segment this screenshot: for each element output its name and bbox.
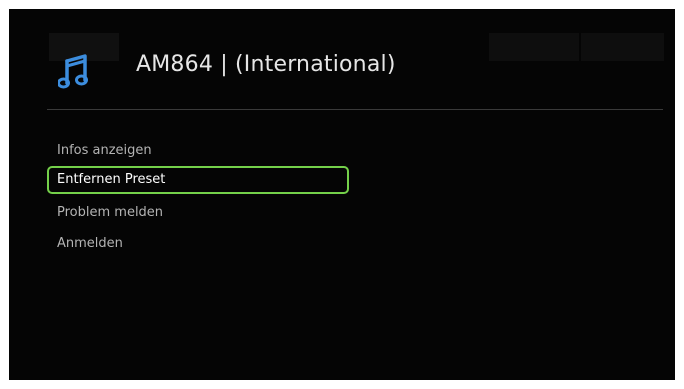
header-divider: [47, 109, 663, 110]
options-menu: Infos anzeigen Entfernen Preset Problem …: [47, 135, 349, 259]
menu-item-problem-melden[interactable]: Problem melden: [47, 197, 349, 225]
menu-item-anmelden[interactable]: Anmelden: [47, 228, 349, 256]
station-header: AM864 | (International): [49, 39, 665, 103]
music-note-icon: [49, 53, 95, 99]
menu-item-infos-anzeigen[interactable]: Infos anzeigen: [47, 135, 349, 163]
tv-screen: AM864 | (International) Infos anzeigen E…: [9, 9, 675, 380]
menu-item-entfernen-preset[interactable]: Entfernen Preset: [47, 166, 349, 194]
page-title: AM864 | (International): [136, 52, 396, 77]
